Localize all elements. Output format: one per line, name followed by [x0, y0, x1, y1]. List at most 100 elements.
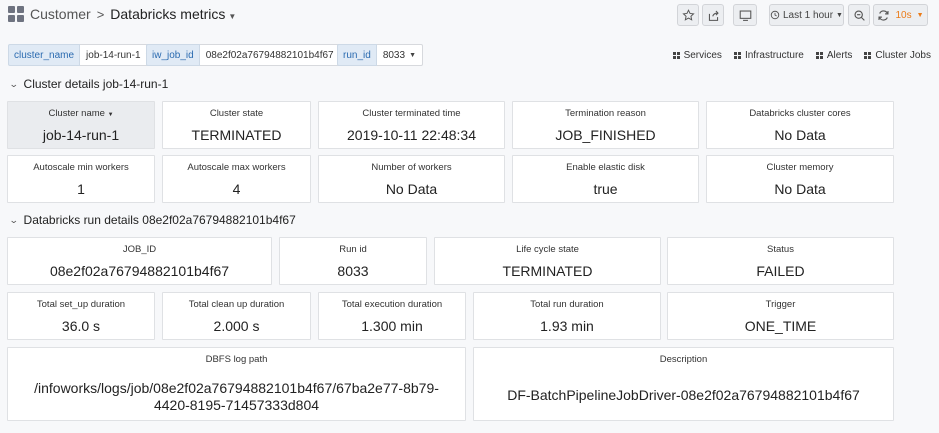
breadcrumb-separator: >	[96, 6, 105, 22]
link-label: Cluster Jobs	[875, 50, 931, 61]
dashboard-title-text: Databricks metrics	[110, 6, 226, 22]
panel-title: Total clean up duration	[188, 299, 285, 310]
chevron-down-icon: ▼	[409, 51, 416, 59]
panel-title-text: Cluster name	[48, 108, 105, 119]
panel-value: job-14-run-1	[42, 127, 120, 143]
breadcrumb: Customer > Databricks metrics ▼	[8, 6, 236, 22]
tv-mode-button[interactable]	[733, 4, 757, 26]
top-navbar: Customer > Databricks metrics ▼ Last 1 ho…	[0, 0, 939, 32]
monitor-icon	[739, 10, 751, 21]
panel-cluster-memory[interactable]: Cluster memory No Data	[706, 155, 894, 203]
panel-value: ONE_TIME	[744, 318, 817, 334]
variable-run-id: run_id 8033 ▼	[337, 44, 423, 66]
panel-description[interactable]: Description DF-BatchPipelineJobDriver-08…	[473, 347, 894, 421]
panel-value: 4	[232, 181, 241, 197]
panel-trigger[interactable]: Trigger ONE_TIME	[667, 292, 894, 340]
panel-total-run-duration[interactable]: Total run duration 1.93 min	[473, 292, 661, 340]
panel-databricks-cluster-cores[interactable]: Databricks cluster cores No Data	[706, 101, 894, 149]
chevron-down-icon: ⌄	[8, 214, 19, 225]
panel-run-id[interactable]: Run id 8033	[279, 237, 427, 285]
link-cluster-jobs[interactable]: Cluster Jobs	[864, 50, 931, 61]
panel-number-of-workers[interactable]: Number of workers No Data	[318, 155, 505, 203]
panel-autoscale-max-workers[interactable]: Autoscale max workers 4	[162, 155, 311, 203]
dashboards-grid-icon[interactable]	[8, 6, 24, 22]
refresh-picker[interactable]: 10s ▼	[873, 4, 928, 26]
panel-dbfs-log-path[interactable]: DBFS log path /infoworks/logs/job/08e2f0…	[7, 347, 466, 421]
panel-cluster-name[interactable]: Cluster name ▼ job-14-run-1	[7, 101, 155, 149]
link-services[interactable]: Services	[672, 50, 722, 61]
chevron-down-icon: ▼	[228, 12, 237, 21]
time-range-picker[interactable]: Last 1 hour ▼	[769, 4, 844, 26]
panel-title: Cluster memory	[766, 162, 834, 173]
panel-value: 2.000 s	[213, 318, 260, 334]
breadcrumb-folder-link[interactable]: Customer	[30, 6, 91, 22]
dashboard-links: Services Infrastructure Alerts Cluster J…	[672, 50, 931, 61]
panel-value: 08e2f02a76794882101b4f67	[49, 263, 230, 279]
dashboard-icon	[733, 52, 741, 59]
panel-enable-elastic-disk[interactable]: Enable elastic disk true	[512, 155, 699, 203]
panel-value: 8033	[337, 263, 369, 279]
panel-title: Total set_up duration	[36, 299, 126, 310]
panel-termination-reason[interactable]: Termination reason JOB_FINISHED	[512, 101, 699, 149]
panel-value: 1.93 min	[540, 318, 594, 334]
panel-title: Autoscale max workers	[187, 162, 286, 173]
panel-title: Total execution duration	[341, 299, 443, 310]
dashboard-icon	[864, 52, 872, 59]
panel-value: 1	[77, 181, 85, 197]
panel-cluster-state[interactable]: Cluster state TERMINATED	[162, 101, 311, 149]
variable-cluster-name: cluster_name job-14-run-1▼	[8, 44, 159, 66]
row-title: Databricks run details 08e2f02a767948821…	[23, 213, 296, 227]
star-button[interactable]	[677, 4, 699, 26]
panel-title: Total run duration	[530, 299, 604, 310]
panel-title: Cluster name ▼	[8, 108, 154, 119]
zoom-out-button[interactable]	[848, 4, 870, 26]
panel-autoscale-min-workers[interactable]: Autoscale min workers 1	[7, 155, 155, 203]
panel-value: JOB_FINISHED	[555, 127, 656, 143]
variable-iw-job-id-select[interactable]: 08e2f02a76794882101b4f67▼	[199, 44, 352, 66]
panel-value: 2019-10-11 22:48:34	[347, 127, 476, 143]
time-range-label: Last 1 hour	[783, 9, 834, 21]
panel-total-setup-duration[interactable]: Total set_up duration 36.0 s	[7, 292, 155, 340]
panel-status[interactable]: Status FAILED	[667, 237, 894, 285]
chevron-down-icon: ▼	[916, 11, 924, 19]
panel-life-cycle-state[interactable]: Life cycle state TERMINATED	[434, 237, 661, 285]
link-label: Services	[683, 50, 722, 61]
panel-title: Life cycle state	[516, 244, 579, 255]
panel-value: DF-BatchPipelineJobDriver-08e2f02a767948…	[507, 387, 860, 403]
panel-total-clean-up-duration[interactable]: Total clean up duration 2.000 s	[162, 292, 311, 340]
link-alerts[interactable]: Alerts	[815, 50, 852, 61]
variable-value: 08e2f02a76794882101b4f67	[205, 49, 334, 61]
panel-cluster-terminated-time[interactable]: Cluster terminated time 2019-10-11 22:48…	[318, 101, 505, 149]
panel-title: Trigger	[765, 299, 796, 310]
panel-value: No Data	[385, 181, 438, 197]
dashboard-icon	[672, 52, 680, 59]
panel-total-execution-duration[interactable]: Total execution duration 1.300 min	[318, 292, 466, 340]
panel-title: Description	[659, 354, 708, 365]
panel-value: TERMINATED	[502, 263, 593, 279]
zoom-out-icon	[853, 9, 865, 21]
panel-title: Termination reason	[565, 108, 646, 119]
panel-title: Enable elastic disk	[566, 162, 645, 173]
variable-value: 8033	[382, 49, 406, 61]
panel-value: /infoworks/logs/job/08e2f02a76794882101b…	[34, 380, 439, 413]
dashboard-title[interactable]: Databricks metrics ▼	[110, 6, 236, 22]
refresh-icon	[878, 9, 890, 21]
panel-job-id[interactable]: JOB_ID 08e2f02a76794882101b4f67	[7, 237, 272, 285]
dashboard-icon	[815, 52, 823, 59]
variable-run-id-select[interactable]: 8033 ▼	[376, 44, 423, 66]
row-header-run-details[interactable]: ⌄ Databricks run details 08e2f02a7679488…	[8, 213, 296, 227]
link-infrastructure[interactable]: Infrastructure	[733, 50, 804, 61]
panel-title: JOB_ID	[122, 244, 157, 255]
star-icon	[681, 8, 695, 21]
panel-value: FAILED	[756, 263, 805, 279]
variable-label: run_id	[337, 44, 377, 66]
share-button[interactable]	[702, 4, 724, 26]
row-header-cluster-details[interactable]: ⌄ Cluster details job-14-run-1	[9, 77, 168, 91]
panel-title: Number of workers	[371, 162, 452, 173]
panel-value: true	[593, 181, 618, 197]
panel-value: No Data	[774, 127, 826, 143]
panel-title: Cluster terminated time	[362, 108, 461, 119]
link-label: Infrastructure	[744, 50, 804, 61]
panel-title: Autoscale min workers	[33, 162, 129, 173]
panel-value: 36.0 s	[61, 318, 101, 334]
